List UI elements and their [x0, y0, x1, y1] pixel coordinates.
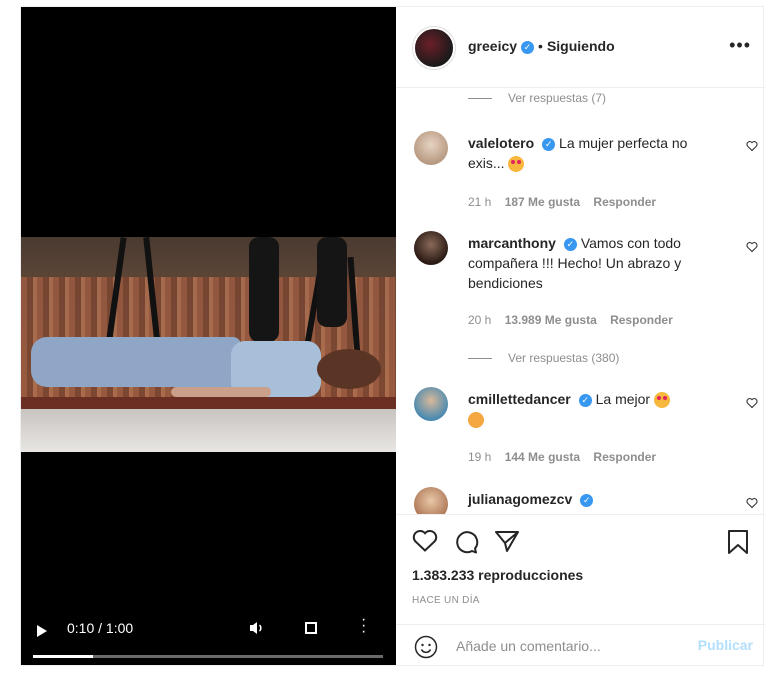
- comment-username[interactable]: cmillettedancer: [468, 391, 571, 407]
- publish-button[interactable]: Publicar: [698, 637, 753, 653]
- more-options-icon[interactable]: •••: [729, 35, 751, 56]
- comment-bubble-icon[interactable]: [453, 529, 479, 555]
- like-heart-icon[interactable]: [412, 529, 438, 553]
- reply-button[interactable]: Responder: [593, 450, 656, 464]
- like-comment-heart-icon[interactable]: [746, 140, 758, 152]
- comment-username[interactable]: julianagomezcv: [468, 491, 572, 507]
- verified-badge-icon: ✓: [578, 393, 592, 407]
- video-controls: 0:10 / 1:00 · · ·: [21, 605, 396, 665]
- like-comment-heart-icon[interactable]: [746, 397, 758, 409]
- share-paper-plane-icon[interactable]: [494, 529, 520, 553]
- comment: valelotero ✓ La mujer perfecta no exis...: [468, 133, 718, 173]
- comment-time: 21 h: [468, 195, 492, 209]
- reply-button[interactable]: Responder: [610, 313, 673, 327]
- view-replies-button[interactable]: Ver respuestas (380): [468, 351, 619, 365]
- comment-text: La mejor: [595, 391, 651, 407]
- comment-likes[interactable]: 144 Me gusta: [505, 450, 580, 464]
- view-replies-label: Ver respuestas (7): [508, 91, 607, 105]
- video-time: 0:10 / 1:00: [67, 620, 134, 636]
- more-vertical-icon[interactable]: · · ·: [361, 612, 366, 640]
- video-frame: [21, 237, 396, 452]
- reply-button[interactable]: Responder: [593, 195, 656, 209]
- avatar[interactable]: [414, 231, 448, 265]
- lying-person-head: [317, 349, 381, 389]
- comment: julianagomezcv ✓: [468, 489, 718, 509]
- video-player[interactable]: 0:10 / 1:00 · · ·: [21, 7, 396, 665]
- following-button[interactable]: Siguiendo: [547, 38, 615, 54]
- flushed-emoji-icon: [468, 412, 484, 429]
- verified-badge-icon: ✓: [580, 493, 594, 507]
- avatar[interactable]: [414, 387, 448, 421]
- verified-badge-icon: ✓: [563, 237, 577, 251]
- comment-time: 20 h: [468, 313, 492, 327]
- star-struck-emoji-icon: [653, 392, 670, 409]
- header-line: greeicy ✓ • Siguiendo: [468, 38, 615, 54]
- video-progress-fill: [33, 655, 93, 658]
- verified-badge-icon: ✓: [521, 40, 535, 54]
- post-username[interactable]: greeicy: [468, 38, 517, 54]
- lying-person-arm: [171, 387, 271, 397]
- comment-likes[interactable]: 187 Me gusta: [505, 195, 580, 209]
- avatar[interactable]: [414, 131, 448, 165]
- video-progress-bar[interactable]: [33, 655, 383, 658]
- emoji-smile-icon[interactable]: [414, 635, 438, 659]
- comment-username[interactable]: valelotero: [468, 135, 534, 151]
- standing-person-legs: [317, 237, 347, 327]
- comment-time: 19 h: [468, 450, 492, 464]
- comment: cmillettedancer ✓ La mejor: [468, 389, 718, 429]
- comment-meta: 19 h 144 Me gusta Responder: [468, 450, 666, 464]
- play-icon[interactable]: [37, 625, 47, 637]
- lying-person: [31, 337, 241, 387]
- fullscreen-icon[interactable]: [305, 622, 317, 634]
- rug-edge: [21, 397, 396, 409]
- post-side-panel: greeicy ✓ • Siguiendo ••• Ver respuestas (7…: [396, 7, 765, 665]
- post-timestamp: HACE UN DÍA: [412, 595, 480, 606]
- comment-meta: 21 h 187 Me gusta Responder: [468, 195, 666, 209]
- view-replies-label: Ver respuestas (380): [508, 351, 620, 365]
- comment: marcanthony ✓ Vamos con todo compañera !!…: [468, 233, 718, 293]
- add-comment-bar: Publicar: [396, 624, 765, 666]
- comment-input[interactable]: [454, 633, 678, 659]
- post-actions: 1.383.233 reproducciones HACE UN DÍA: [396, 514, 765, 615]
- avatar[interactable]: [414, 487, 448, 514]
- view-count[interactable]: 1.383.233 reproducciones: [412, 567, 583, 583]
- verified-badge-icon: ✓: [542, 137, 556, 151]
- view-replies-button[interactable]: Ver respuestas (7): [468, 91, 606, 105]
- save-bookmark-icon[interactable]: [726, 529, 750, 555]
- comment-meta: 20 h 13.989 Me gusta Responder: [468, 313, 683, 327]
- comments-list: Ver respuestas (7) valelotero ✓ La mujer …: [396, 87, 765, 514]
- comment-username[interactable]: marcanthony: [468, 235, 556, 251]
- comment-likes[interactable]: 13.989 Me gusta: [505, 313, 597, 327]
- like-comment-heart-icon[interactable]: [746, 241, 758, 253]
- instagram-post: 0:10 / 1:00 ··· greeicy✓•Siguiendo: [20, 6, 765, 666]
- star-struck-emoji-icon: [508, 156, 525, 173]
- post-header: greeicy ✓ • Siguiendo •••: [396, 7, 765, 88]
- avatar[interactable]: [413, 27, 455, 69]
- volume-icon[interactable]: [249, 620, 265, 636]
- standing-person-legs: [249, 237, 279, 342]
- like-comment-heart-icon[interactable]: [746, 497, 758, 509]
- separator: •: [538, 38, 543, 54]
- floor: [21, 409, 396, 452]
